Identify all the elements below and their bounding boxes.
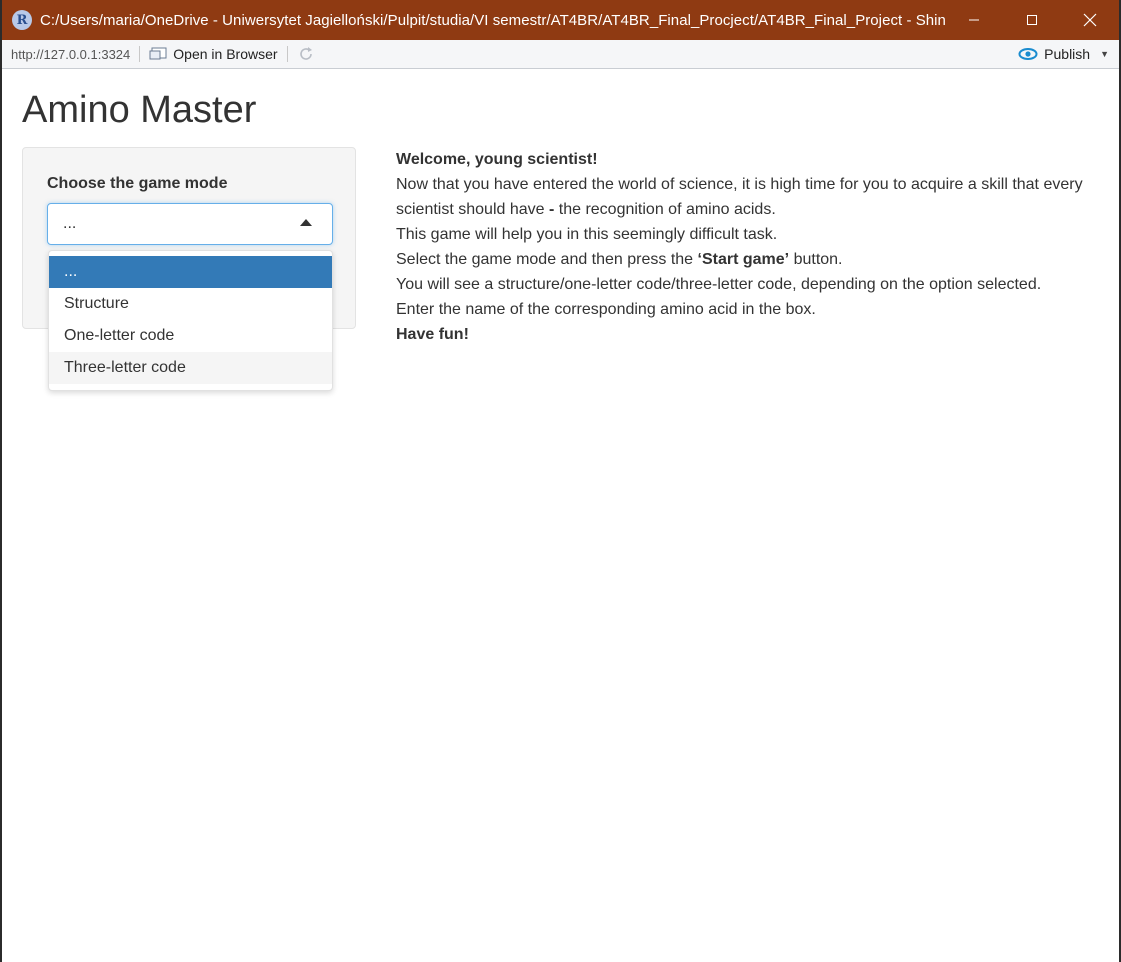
publish-icon [1018, 48, 1038, 60]
intro-line-3: Select the game mode and then press the … [396, 251, 843, 268]
maximize-button[interactable] [1003, 0, 1061, 40]
select-current-value: ... [63, 215, 77, 232]
refresh-button[interactable] [297, 45, 315, 63]
refresh-icon [299, 47, 312, 60]
intro-line-4: You will see a structure/one-letter code… [396, 276, 1042, 293]
publish-label: Publish [1044, 46, 1091, 62]
game-mode-select[interactable]: ... [47, 203, 333, 245]
r-logo-icon: R [12, 10, 32, 30]
toolbar-divider [139, 46, 141, 62]
app-window: R C:/Users/maria/OneDrive - Uniwersytet … [0, 0, 1121, 962]
close-button[interactable] [1061, 0, 1119, 40]
caret-up-icon [300, 219, 312, 226]
start-game-mention: ‘Start game’ [697, 251, 790, 268]
intro-line-5: Enter the name of the corresponding amin… [396, 301, 816, 318]
maximize-icon [1027, 15, 1037, 25]
publish-button[interactable]: Publish ▼ [1018, 46, 1109, 62]
minimize-button[interactable] [945, 0, 1003, 40]
intro-paragraph: Now that you have entered the world of s… [396, 176, 1083, 218]
open-in-browser-button[interactable]: Open in Browser [149, 46, 278, 62]
option-structure[interactable]: Structure [49, 288, 332, 320]
window-title: C:/Users/maria/OneDrive - Uniwersytet Ja… [40, 11, 945, 29]
game-mode-label: Choose the game mode [47, 175, 228, 192]
browser-window-icon [149, 47, 167, 60]
instructions-panel: Welcome, young scientist! Now that you h… [396, 147, 1118, 347]
option-one-letter-code[interactable]: One-letter code [49, 320, 332, 352]
closing-line: Have fun! [396, 326, 469, 343]
welcome-heading: Welcome, young scientist! [396, 151, 598, 168]
viewer-toolbar: http://127.0.0.1:3324 Open in Browser Pu… [2, 40, 1119, 69]
close-icon [1083, 13, 1097, 27]
game-mode-dropdown: ... Structure One-letter code Three-lett… [48, 250, 333, 391]
toolbar-divider-2 [286, 46, 288, 62]
page-title: Amino Master [22, 89, 257, 131]
intro-line-2: This game will help you in this seemingl… [396, 226, 778, 243]
publish-dropdown-icon[interactable]: ▼ [1100, 49, 1109, 59]
minimize-icon [969, 19, 979, 21]
url-label: http://127.0.0.1:3324 [11, 46, 131, 62]
window-controls [945, 0, 1119, 40]
open-in-browser-label: Open in Browser [173, 46, 278, 62]
option-three-letter-code[interactable]: Three-letter code [49, 352, 332, 384]
shiny-app: Amino Master Choose the game mode ... ..… [2, 69, 1119, 962]
option-placeholder[interactable]: ... [49, 256, 332, 288]
title-bar[interactable]: R C:/Users/maria/OneDrive - Uniwersytet … [2, 0, 1119, 40]
